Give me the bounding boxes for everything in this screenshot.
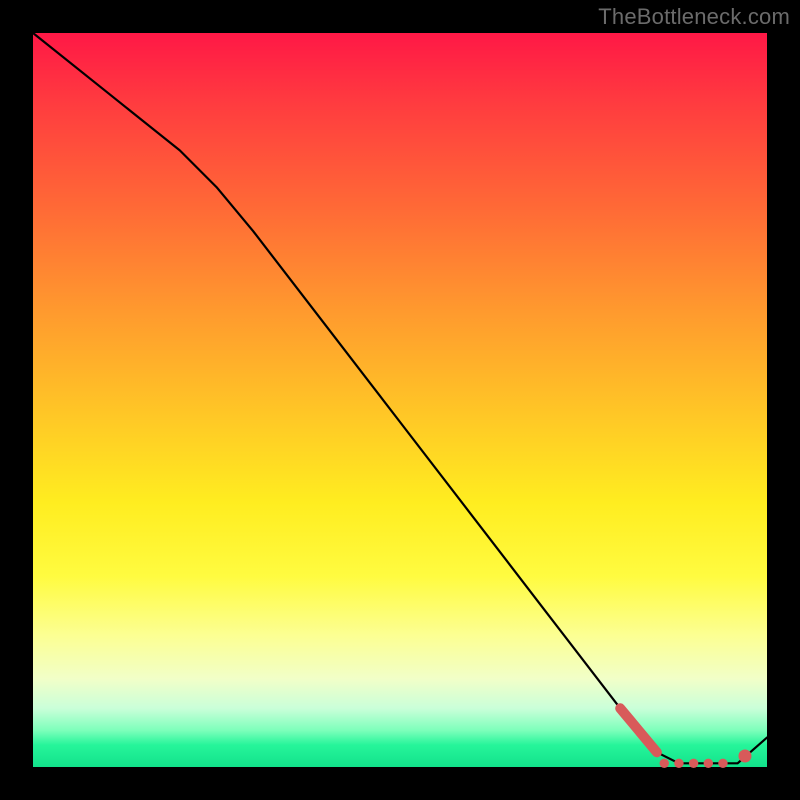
flat-dot-3 (689, 759, 697, 767)
watermark-text: TheBottleneck.com (598, 4, 790, 30)
marker-dots (660, 750, 751, 768)
chart-plot-area (33, 33, 767, 767)
flat-dot-5 (719, 759, 727, 767)
chart-frame: TheBottleneck.com (0, 0, 800, 800)
highlight-segment (620, 708, 657, 752)
flat-dot-1 (660, 759, 668, 767)
flat-dot-4 (704, 759, 712, 767)
bottleneck-curve (33, 33, 767, 763)
end-dot (739, 750, 751, 762)
chart-overlay (33, 33, 767, 767)
flat-dot-2 (675, 759, 683, 767)
